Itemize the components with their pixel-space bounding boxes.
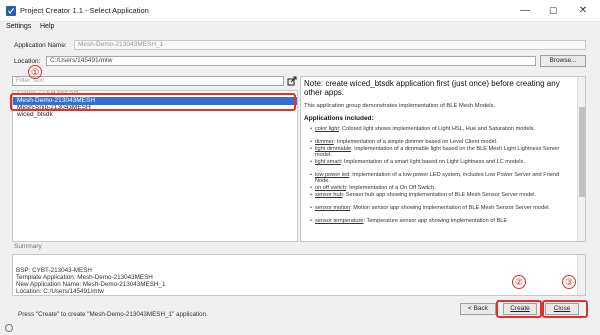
- summary-line: Location: C:/Users/145491/mtw: [16, 288, 104, 295]
- summary-line: New Application Name: Mesh-Demo-213043ME…: [16, 281, 166, 288]
- status-globe-icon: [5, 324, 13, 332]
- description-pane: Note: create wiced_btsdk application fir…: [300, 76, 586, 242]
- bullet-dimmer: dimmer: Implementation of a simple dimme…: [310, 139, 573, 146]
- location-field[interactable]: C:/Users/145491/mtw: [46, 56, 536, 66]
- browse-button[interactable]: Browse...: [540, 55, 586, 67]
- summary-scrollbar[interactable]: [577, 255, 585, 295]
- bullet-low-power-led: low power led: Implementation of a low p…: [310, 172, 573, 185]
- menu-help[interactable]: Help: [40, 23, 54, 30]
- bullet-light-dimmable: light dimmable: Implementation of a dimm…: [310, 146, 573, 159]
- bullet-sensor-hub: sensor hub: Sensor hub app showing imple…: [310, 192, 573, 199]
- close-window-button[interactable]: ✕: [576, 4, 590, 18]
- application-name-field[interactable]: Mesh-Demo-213043MESH_1: [74, 40, 586, 50]
- annotation-number-two: ②: [512, 275, 526, 289]
- bullet-color-light: color light: Colored light shows impleme…: [310, 126, 573, 133]
- scrollbar-thumb[interactable]: [579, 107, 585, 197]
- summary-line: Template Application: Mesh-Demo-213043ME…: [16, 274, 153, 281]
- bullet-light-smart: light smart: Implementation of a smart l…: [310, 159, 573, 166]
- summary-line: BSP: CYBT-213043-MESH: [16, 267, 92, 274]
- menu-settings[interactable]: Settings: [6, 23, 31, 30]
- export-icon[interactable]: [287, 76, 297, 86]
- annotation-number-three: ③: [562, 275, 576, 289]
- list-item-wiced-btsdk[interactable]: wiced_btsdk: [13, 111, 297, 119]
- description-heading: Note: create wiced_btsdk application fir…: [304, 79, 560, 97]
- annotation-box-close: [542, 300, 588, 318]
- menu-bar: Settings Help: [0, 22, 600, 34]
- summary-press-create-text: Press "Create" to create "Mesh-Demo-2130…: [18, 311, 208, 318]
- location-label: Location:: [14, 58, 41, 65]
- summary-pane: BSP: CYBT-213043-MESH Template Applicati…: [12, 254, 586, 296]
- app-icon: [6, 6, 16, 16]
- maximize-button[interactable]: ☐: [546, 4, 560, 18]
- description-intro: This application group demonstrates impl…: [304, 103, 496, 109]
- description-subheading: Applications included:: [304, 115, 374, 122]
- bullet-sensor-temperature: sensor temperature: Temperature sensor a…: [310, 218, 573, 225]
- annotation-box-selected-app: [10, 93, 296, 111]
- summary-label: Summary: [14, 243, 42, 250]
- bullet-sensor-motion: sensor motion: Motion sensor app showing…: [310, 205, 573, 212]
- application-list: Empty-213043MESH Mesh-Demo-213043MESH Me…: [12, 90, 298, 242]
- annotation-box-create: [496, 300, 542, 318]
- back-button[interactable]: < Back: [460, 303, 496, 315]
- application-name-label: Application Name:: [14, 42, 67, 49]
- window-title: Project Creator 1.1 - Select Application: [20, 6, 149, 15]
- minimize-button[interactable]: —: [518, 4, 532, 18]
- filter-input[interactable]: Filter Text: [12, 76, 284, 86]
- annotation-number-one: ①: [28, 65, 42, 79]
- title-bar: Project Creator 1.1 - Select Application…: [0, 0, 600, 22]
- bullet-on-off-switch: on off switch: Implementation of a On Of…: [310, 185, 573, 192]
- description-scrollbar[interactable]: [577, 77, 585, 241]
